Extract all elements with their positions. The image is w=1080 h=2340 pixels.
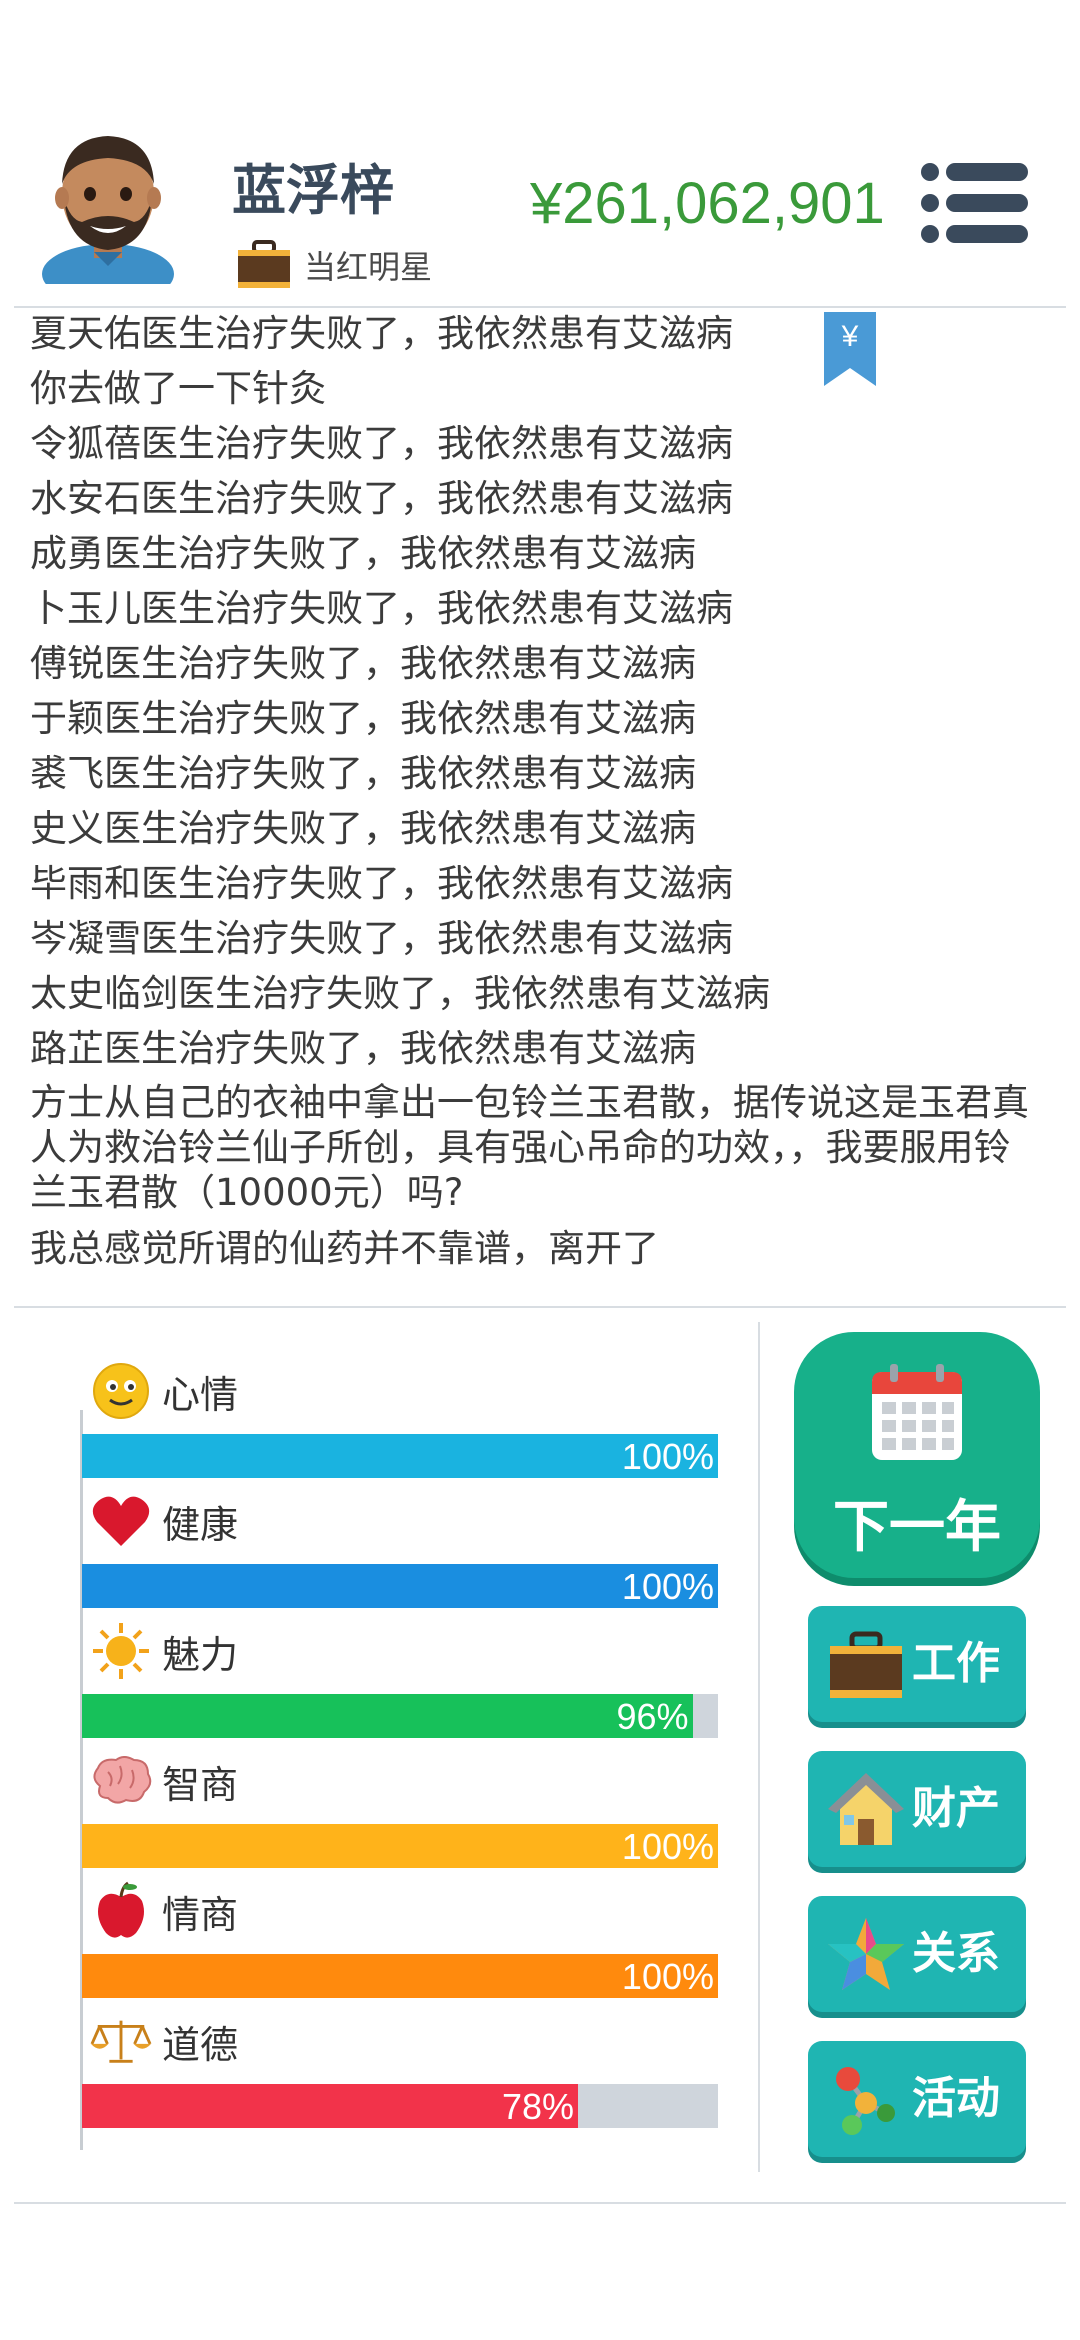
- panel-divider: [758, 1322, 760, 2172]
- stat-head: 魅力: [90, 1620, 238, 1682]
- log-line: 成勇医生治疗失败了，我依然患有艾滋病: [30, 532, 696, 575]
- stat-percent: 96%: [616, 1696, 689, 1737]
- stat-head: 情商: [90, 1880, 238, 1942]
- work-button[interactable]: 工作: [808, 1606, 1026, 1722]
- stat-head: 智商: [90, 1750, 238, 1812]
- molecule-icon: [836, 2067, 895, 2135]
- stat-fill: 100%: [82, 1434, 718, 1478]
- header: 蓝浮梓 当红明星 ¥261,062,901: [0, 0, 1080, 308]
- stat-fill: 100%: [82, 1824, 718, 1868]
- heart-icon: [90, 1490, 152, 1552]
- log-divider: [14, 1306, 1066, 1308]
- stat-label: 魅力: [162, 1632, 239, 1677]
- stat-label: 智商: [162, 1762, 239, 1807]
- stat-label: 道德: [162, 2022, 239, 2067]
- property-label: 财产: [912, 1783, 1000, 1834]
- next-year-button[interactable]: 下一年: [794, 1332, 1040, 1578]
- brain-icon: [90, 1750, 152, 1812]
- stat-label: 健康: [162, 1502, 239, 1547]
- stat-head: 心情: [90, 1360, 238, 1422]
- event-log: 夏天佑医生治疗失败了，我依然患有艾滋病 你去做了一下针灸令狐蓓医生治疗失败了，我依…: [30, 306, 1040, 1276]
- log-line: 你去做了一下针灸: [30, 367, 326, 410]
- log-line: 毕雨和医生治疗失败了，我依然患有艾滋病: [30, 862, 733, 905]
- sun-icon: [90, 1620, 152, 1682]
- menu-icon[interactable]: [920, 160, 1030, 246]
- bookmark-symbol: ¥: [841, 320, 859, 353]
- stat-percent: 100%: [621, 1826, 714, 1867]
- calendar-icon: [872, 1364, 962, 1460]
- stat-percent: 100%: [621, 1956, 714, 1997]
- bottom-divider: [14, 2202, 1066, 2204]
- stat-row: 魅力 96%: [80, 1620, 720, 1750]
- stat-fill: 96%: [82, 1694, 693, 1738]
- job-row: 当红明星: [236, 240, 432, 290]
- briefcase-icon: [238, 240, 290, 288]
- house-icon: [828, 1773, 904, 1845]
- apple-icon: [90, 1880, 152, 1942]
- stat-row: 道德 78%: [80, 2010, 720, 2140]
- log-line: 夏天佑医生治疗失败了，我依然患有艾滋病: [30, 312, 733, 355]
- log-line: 水安石医生治疗失败了，我依然患有艾滋病: [30, 477, 733, 520]
- stat-head: 健康: [90, 1490, 238, 1552]
- player-name: 蓝浮梓: [232, 159, 394, 222]
- log-line: 傅锐医生治疗失败了，我依然患有艾滋病: [30, 642, 696, 685]
- property-button[interactable]: 财产: [808, 1751, 1026, 1867]
- stat-row: 情商 100%: [80, 1880, 720, 2010]
- stat-row: 健康 100%: [80, 1490, 720, 1620]
- stat-label: 情商: [162, 1892, 239, 1937]
- activities-button[interactable]: 活动: [808, 2041, 1026, 2157]
- stat-bar: 96%: [82, 1694, 718, 1738]
- stat-label: 心情: [162, 1372, 239, 1417]
- next-year-label: 下一年: [833, 1495, 1001, 1560]
- stat-fill: 100%: [82, 1564, 718, 1608]
- avatar-icon[interactable]: [38, 124, 178, 284]
- relations-label: 关系: [912, 1928, 1000, 1979]
- briefcase-icon: [830, 1631, 902, 1698]
- scales-icon: [90, 2010, 152, 2072]
- bookmark-icon[interactable]: ¥: [822, 310, 878, 388]
- log-line: 裘飞医生治疗失败了，我依然患有艾滋病: [30, 752, 696, 795]
- activities-label: 活动: [912, 2073, 1000, 2124]
- work-label: 工作: [912, 1638, 1000, 1689]
- stat-percent: 78%: [502, 2086, 575, 2127]
- stat-percent: 100%: [621, 1436, 714, 1477]
- log-line: 方士从自己的衣袖中拿出一包铃兰玉君散，据传说这是玉君真人为救治铃兰仙子所创，具有…: [30, 1081, 1029, 1214]
- log-line: 史义医生治疗失败了，我依然患有艾滋病: [30, 807, 696, 850]
- stat-bar: 78%: [82, 2084, 718, 2128]
- stat-bar: 100%: [82, 1564, 718, 1608]
- log-line: 令狐蓓医生治疗失败了，我依然患有艾滋病: [30, 422, 733, 465]
- stat-head: 道德: [90, 2010, 238, 2072]
- stat-fill: 100%: [82, 1954, 718, 1998]
- relations-button[interactable]: 关系: [808, 1896, 1026, 2012]
- job-title: 当红明星: [304, 248, 433, 286]
- stat-row: 智商 100%: [80, 1750, 720, 1880]
- log-line: 我总感觉所谓的仙药并不靠谱，离开了: [30, 1227, 659, 1270]
- stat-bar: 100%: [82, 1824, 718, 1868]
- star-icon: [828, 1918, 904, 1990]
- log-line: 于颖医生治疗失败了，我依然患有艾滋病: [30, 697, 696, 740]
- log-line: 卜玉儿医生治疗失败了，我依然患有艾滋病: [30, 587, 733, 630]
- stat-bar: 100%: [82, 1954, 718, 1998]
- smiley-face-icon: [90, 1360, 152, 1422]
- log-line: 太史临剑医生治疗失败了，我依然患有艾滋病: [30, 972, 770, 1015]
- stat-row: 心情 100%: [80, 1360, 720, 1490]
- stat-bar: 100%: [82, 1434, 718, 1478]
- log-line: 路芷医生治疗失败了，我依然患有艾滋病: [30, 1027, 696, 1070]
- stat-fill: 78%: [82, 2084, 579, 2128]
- stat-percent: 100%: [621, 1566, 714, 1607]
- money-balance: ¥261,062,901: [530, 171, 885, 236]
- log-line: 岑凝雪医生治疗失败了，我依然患有艾滋病: [30, 917, 733, 960]
